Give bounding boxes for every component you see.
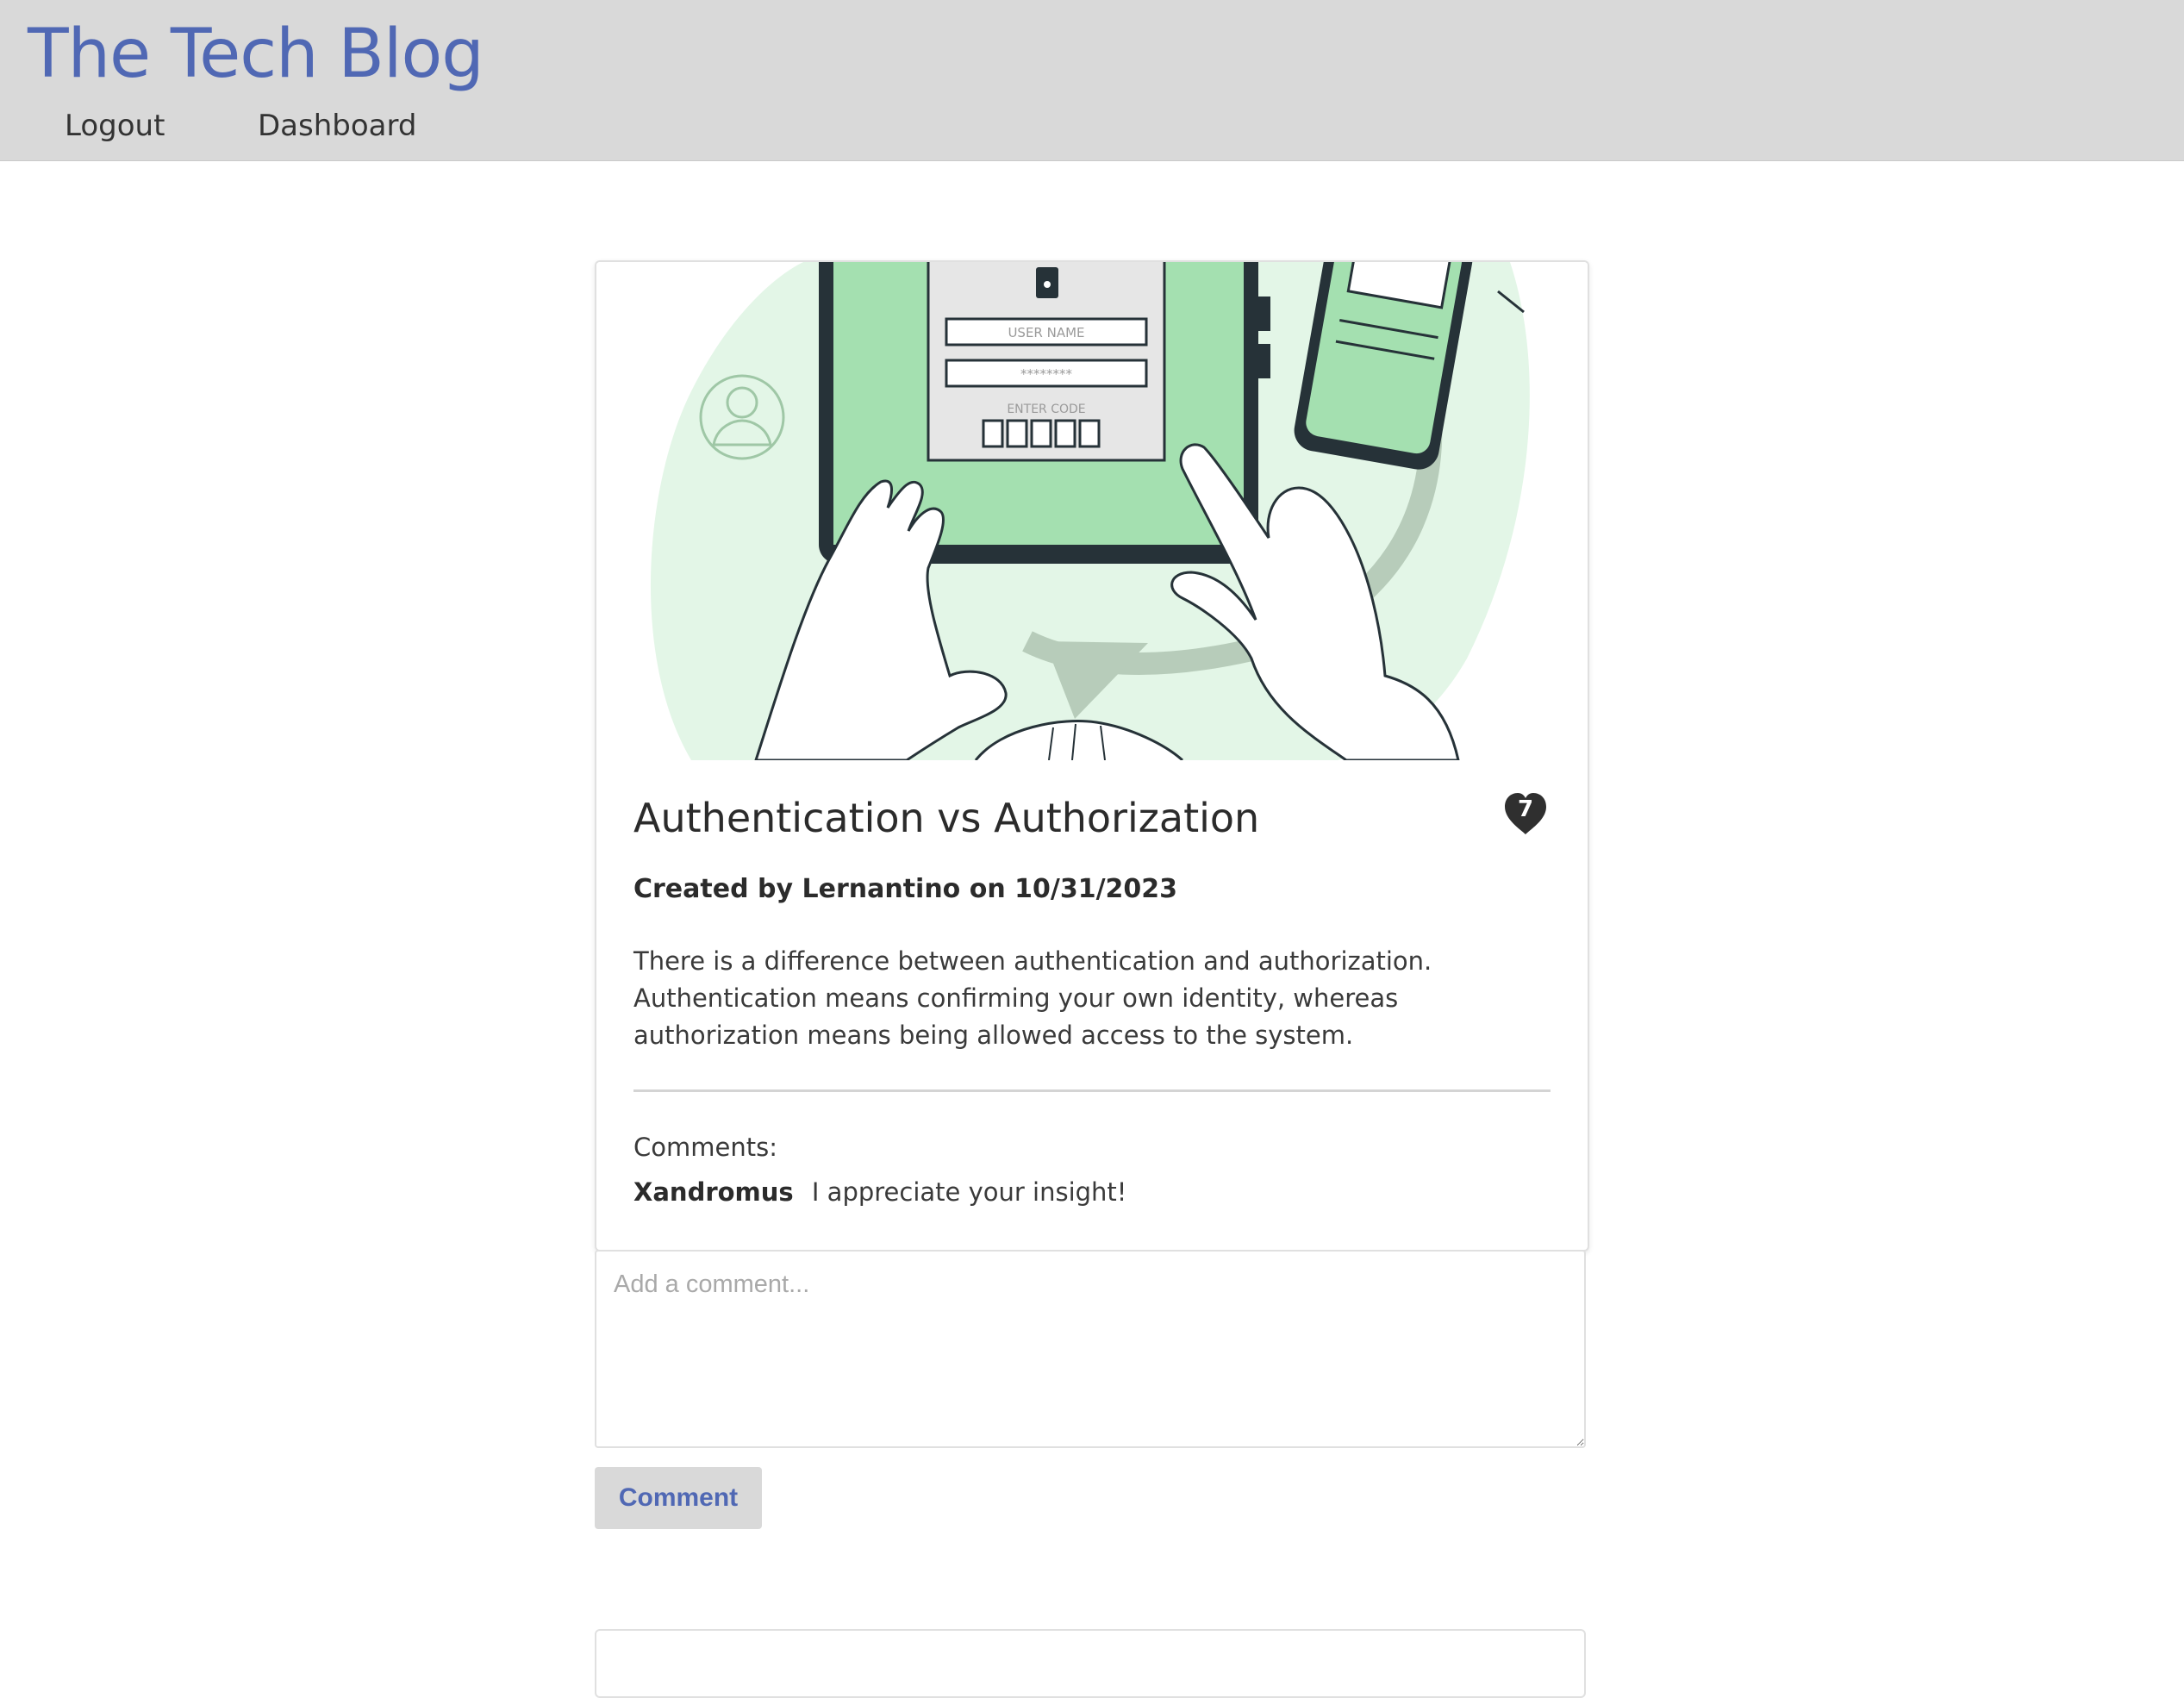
comment-item: Xandromus I appreciate your insight! bbox=[633, 1177, 1126, 1207]
site-header: The Tech Blog Logout Dashboard bbox=[0, 0, 2184, 161]
site-title[interactable]: The Tech Blog bbox=[28, 16, 484, 93]
post-illustration: USER NAME ******** ENTER CODE bbox=[596, 262, 1588, 760]
enter-code-label: ENTER CODE bbox=[1007, 403, 1085, 416]
like-count: 7 bbox=[1517, 796, 1534, 822]
post-meta: Created by Lernantino on 10/31/2023 bbox=[633, 874, 1178, 904]
comments-heading: Comments: bbox=[633, 1133, 777, 1162]
username-field-label: USER NAME bbox=[1008, 325, 1084, 340]
nav-logout-link[interactable]: Logout bbox=[65, 109, 165, 143]
nav-dashboard-link[interactable]: Dashboard bbox=[258, 109, 416, 143]
next-post-card[interactable] bbox=[595, 1629, 1586, 1698]
comment-text: I appreciate your insight! bbox=[811, 1177, 1127, 1207]
divider bbox=[633, 1089, 1551, 1092]
post-card: USER NAME ******** ENTER CODE Authentica… bbox=[595, 260, 1589, 1252]
like-button[interactable]: 7 bbox=[1501, 791, 1550, 836]
comment-author: Xandromus bbox=[633, 1177, 794, 1207]
post-title: Authentication vs Authorization bbox=[633, 795, 1260, 841]
comment-submit-button[interactable]: Comment bbox=[595, 1467, 762, 1529]
password-field-mask: ******** bbox=[1020, 366, 1073, 382]
comment-input[interactable] bbox=[595, 1250, 1586, 1448]
post-body: There is a difference between authentica… bbox=[633, 946, 1432, 1050]
